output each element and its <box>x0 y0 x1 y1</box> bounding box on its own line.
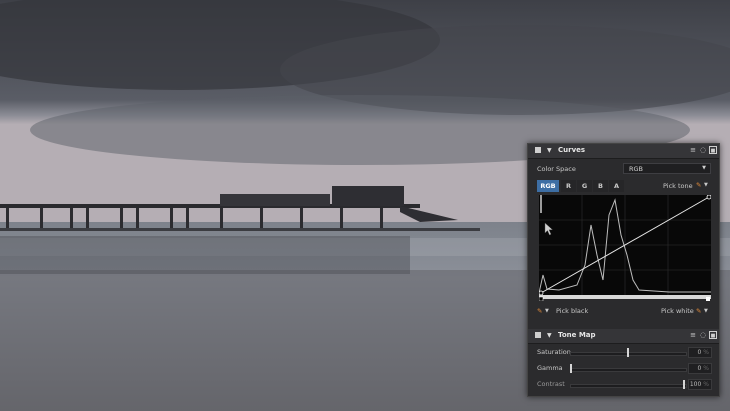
tab-a[interactable]: A <box>609 180 624 192</box>
saturation-unit: % <box>703 349 709 356</box>
curves-enable-checkbox[interactable] <box>535 147 541 153</box>
hamburger-icon[interactable]: ≡ <box>689 331 697 339</box>
saturation-value-field[interactable]: 0% <box>688 347 712 358</box>
tab-g[interactable]: G <box>577 180 592 192</box>
adjustments-panel: ▼ Curves ≡ ◌ ■ Color Space RGB ▼ RGB R G… <box>527 143 720 397</box>
gamma-slider-row: Gamma 0% <box>537 363 712 375</box>
eyedropper-icon[interactable]: ✎ <box>696 181 701 189</box>
contrast-label: Contrast <box>537 380 565 388</box>
tab-rgb[interactable]: RGB <box>537 180 559 192</box>
curves-title: Curves <box>558 146 586 154</box>
tone-gradient-bar <box>539 295 711 301</box>
chevron-down-icon[interactable]: ▼ <box>545 308 549 314</box>
saturation-label: Saturation <box>537 348 571 356</box>
curve-graph[interactable] <box>539 195 711 295</box>
contrast-unit: % <box>703 381 709 388</box>
pick-white-label[interactable]: Pick white <box>661 307 694 315</box>
contrast-value-field[interactable]: 100% <box>688 379 712 390</box>
tone-map-collapse-icon[interactable]: ▼ <box>547 332 552 339</box>
color-space-value: RGB <box>629 165 644 173</box>
saturation-track[interactable] <box>570 352 687 356</box>
hamburger-icon[interactable]: ≡ <box>689 146 697 154</box>
chevron-down-icon[interactable]: ▼ <box>704 182 708 188</box>
color-space-select[interactable]: RGB ▼ <box>623 163 711 174</box>
mouse-cursor-icon <box>544 222 554 236</box>
color-space-label: Color Space <box>537 165 576 173</box>
contrast-value: 100 <box>689 381 702 388</box>
gamma-track[interactable] <box>570 368 687 372</box>
saturation-thumb[interactable] <box>626 348 629 357</box>
panel-close-icon[interactable]: ■ <box>709 146 717 154</box>
tone-map-enable-checkbox[interactable] <box>535 332 541 338</box>
curve-point-white <box>706 195 711 200</box>
reset-icon[interactable]: ◌ <box>699 331 707 339</box>
tab-r[interactable]: R <box>561 180 576 192</box>
pick-tone-label[interactable]: Pick tone <box>663 182 693 190</box>
saturation-slider-row: Saturation 0% <box>537 347 712 359</box>
reset-icon[interactable]: ◌ <box>699 146 707 154</box>
gamma-value: 0 <box>697 365 702 372</box>
gamma-label: Gamma <box>537 364 563 372</box>
saturation-value: 0 <box>697 349 702 356</box>
tone-map-panel-header: ▼ Tone Map ≡ ◌ ■ <box>528 329 719 344</box>
white-slider-handle <box>706 297 710 301</box>
chevron-down-icon: ▼ <box>702 165 706 171</box>
gamma-thumb[interactable] <box>570 364 572 373</box>
gamma-unit: % <box>703 365 709 372</box>
eyedropper-icon[interactable]: ✎ <box>696 307 701 315</box>
contrast-thumb[interactable] <box>683 380 685 389</box>
contrast-track[interactable] <box>570 384 687 388</box>
tone-map-title: Tone Map <box>558 331 596 339</box>
chevron-down-icon[interactable]: ▼ <box>704 308 708 314</box>
curves-collapse-icon[interactable]: ▼ <box>547 147 552 154</box>
eyedropper-icon[interactable]: ✎ <box>537 307 542 315</box>
black-slider-handle <box>539 296 544 301</box>
gamma-value-field[interactable]: 0% <box>688 363 712 374</box>
tab-b[interactable]: B <box>593 180 608 192</box>
contrast-slider-row: Contrast 100% <box>537 379 712 391</box>
pick-black-label[interactable]: Pick black <box>556 307 588 315</box>
panel-close-icon[interactable]: ■ <box>709 331 717 339</box>
curves-panel-header: ▼ Curves ≡ ◌ ■ <box>528 144 719 159</box>
